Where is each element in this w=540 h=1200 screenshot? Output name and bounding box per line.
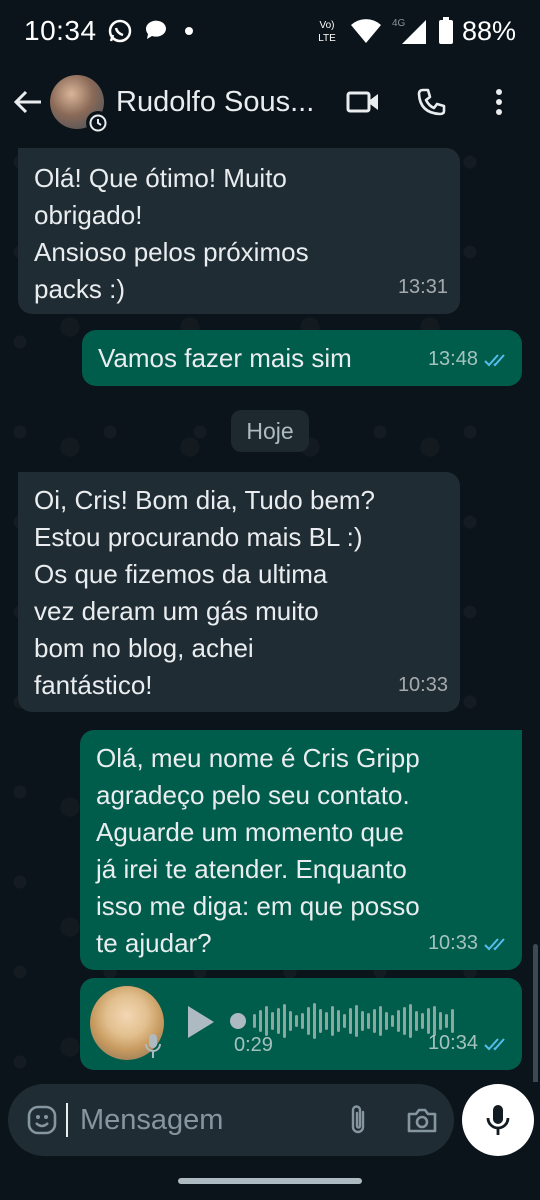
message-input[interactable] (80, 1103, 330, 1137)
status-clock-icon (86, 111, 110, 135)
message-incoming[interactable]: Olá! Que ótimo! Muito obrigado! Ansioso … (18, 148, 460, 314)
waveform-bar (337, 1010, 340, 1032)
waveform-bar (397, 1010, 400, 1032)
waveform-bar (367, 1013, 370, 1029)
waveform-bar (283, 1004, 286, 1038)
whatsapp-chat-screen: 10:34 Vo) LTE 4G 88% Rudolfo Sous... Olá… (0, 0, 540, 1200)
waveform-bar (415, 1011, 418, 1031)
status-bar: 10:34 Vo) LTE 4G 88% (0, 0, 540, 62)
contact-avatar[interactable] (50, 75, 110, 135)
waveform-bar (343, 1014, 346, 1028)
battery-icon (438, 17, 454, 45)
message-incoming[interactable]: Oi, Cris! Bom dia, Tudo bem? Estou procu… (18, 472, 460, 712)
whatsapp-notification-icon (107, 18, 133, 44)
camera-icon (407, 1108, 437, 1133)
voice-message[interactable]: 0:29 10:34 (80, 978, 522, 1070)
waveform-bar (421, 1013, 424, 1029)
message-meta: 10:33 (428, 925, 510, 962)
waveform-bar (379, 1006, 382, 1036)
message-time: 10:34 (427, 1032, 478, 1054)
volte-top-label: Vo) (319, 20, 334, 31)
waveform-bar (385, 1012, 388, 1030)
chat-bubble-notification-icon (143, 19, 169, 43)
message-text: Oi, Cris! Bom dia, Tudo bem? Estou procu… (34, 485, 376, 700)
message-meta: 10:34 (428, 1025, 510, 1062)
status-time: 10:34 (24, 15, 97, 46)
message-time: 10:33 (397, 674, 448, 696)
read-double-check-icon (484, 937, 505, 950)
waveform-bar (391, 1015, 394, 1027)
back-button[interactable] (10, 84, 46, 120)
play-button[interactable] (184, 1002, 218, 1042)
attach-button[interactable] (342, 1104, 374, 1136)
message-time: 13:31 (397, 276, 448, 298)
voice-duration: 0:29 (234, 1034, 273, 1056)
home-indicator[interactable] (178, 1178, 362, 1184)
waveform-bar (277, 1008, 280, 1034)
message-time: 10:33 (427, 932, 478, 954)
battery-percentage: 88% (461, 15, 516, 46)
message-meta: 13:48 (428, 341, 510, 378)
microphone-icon (140, 1032, 166, 1060)
voice-call-icon (417, 88, 446, 116)
message-outgoing[interactable]: Olá, meu nome é Cris Gripp agradeço pelo… (80, 730, 522, 970)
waveform-bar (307, 1007, 310, 1035)
emoji-button[interactable] (24, 1102, 60, 1138)
more-options-icon (496, 89, 502, 115)
message-text: Olá! Que ótimo! Muito obrigado! Ansioso … (34, 163, 309, 304)
chat-header: Rudolfo Sous... (0, 62, 540, 142)
status-left: 10:34 (24, 15, 199, 47)
waveform-bar (289, 1011, 292, 1031)
microphone-icon (486, 1105, 510, 1135)
emoji-icon (27, 1105, 57, 1135)
waveform-bar (301, 1013, 304, 1029)
header-actions (346, 85, 530, 119)
play-icon (188, 1006, 214, 1038)
contact-name[interactable]: Rudolfo Sous... (116, 86, 314, 119)
volte-bottom-label: LTE (318, 33, 336, 44)
video-call-button[interactable] (346, 85, 380, 119)
waveform-bar (349, 1008, 352, 1034)
message-outgoing[interactable]: Vamos fazer mais sim 13:48 (82, 330, 522, 386)
scrollbar-thumb[interactable] (533, 944, 538, 1082)
chat-messages-area[interactable]: Olá! Que ótimo! Muito obrigado! Ansioso … (0, 142, 540, 1082)
camera-button[interactable] (406, 1104, 438, 1136)
waveform-bar (361, 1011, 364, 1031)
waveform-bar (409, 1004, 412, 1038)
wifi-icon (350, 18, 382, 44)
status-right: Vo) LTE 4G 88% (312, 16, 516, 47)
composer-actions (342, 1104, 438, 1136)
waveform-bar (295, 1015, 298, 1027)
video-call-icon (346, 91, 378, 113)
voice-call-button[interactable] (414, 85, 448, 119)
waveform-bar (325, 1012, 328, 1030)
network-type-label: 4G (392, 18, 406, 29)
paperclip-icon (351, 1105, 365, 1134)
waveform-bar (355, 1005, 358, 1037)
text-caret (66, 1103, 68, 1137)
notification-dot-icon (179, 21, 199, 41)
message-meta: 10:33 (398, 667, 448, 704)
message-time: 13:48 (427, 348, 478, 370)
message-meta: 13:31 (398, 269, 448, 306)
waveform-bar (373, 1009, 376, 1033)
read-double-check-icon (484, 1037, 505, 1050)
record-voice-button[interactable] (462, 1084, 534, 1156)
cellular-signal-icon: 4G (390, 16, 430, 46)
waveform-bar (403, 1007, 406, 1035)
waveform-bar (313, 1003, 316, 1039)
back-arrow-icon (13, 90, 41, 114)
waveform-bar (253, 1014, 256, 1028)
more-options-button[interactable] (482, 85, 516, 119)
read-double-check-icon (484, 353, 505, 366)
day-divider: Hoje (231, 410, 309, 452)
waveform-bar (319, 1009, 322, 1033)
waveform-bar (331, 1006, 334, 1036)
message-composer (8, 1084, 454, 1156)
volte-icon: Vo) LTE (312, 16, 342, 46)
